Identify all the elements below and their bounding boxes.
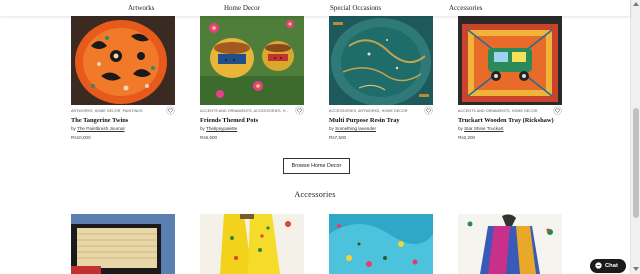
product-seller: by Star Shine Truckart [458, 126, 503, 131]
product-card[interactable]: ACCESSORIES, ARTWORKS, HOME DECOR Multi … [329, 16, 433, 140]
nav-item-artworks[interactable]: Artworks [128, 4, 154, 12]
by-label: by [329, 126, 334, 131]
nav-item-home-decor[interactable]: Home Decor [224, 4, 260, 12]
product-title[interactable]: Multi Purpose Resin Tray [329, 117, 433, 124]
by-label: by [200, 126, 205, 131]
chat-label: Chat [605, 263, 618, 269]
scroll-up-arrow-icon[interactable] [633, 2, 639, 6]
product-image-yellow-scarf[interactable] [200, 214, 304, 274]
product-card[interactable]: ARTWORKS, HOME DECOR, PAINTINGS The Tang… [71, 16, 175, 140]
product-categories: ACCENTS AND ORNAMENTS, ACCESSORIES, H... [200, 109, 288, 113]
seller-link[interactable]: The Paintbrush Journal [77, 126, 125, 131]
by-label: by [71, 126, 76, 131]
wishlist-heart-icon[interactable] [553, 106, 562, 115]
product-price: Rs7,500 [329, 135, 347, 140]
product-price: Rs6,500 [200, 135, 218, 140]
product-title[interactable]: Friends Themed Pots [200, 117, 304, 124]
nav-item-accessories[interactable]: Accessories [449, 4, 482, 12]
wishlist-heart-icon[interactable] [295, 106, 304, 115]
seller-link[interactable]: Something lavender [335, 126, 376, 131]
category-nav: Artworks Home Decor Special Occasions Ac… [0, 0, 630, 16]
product-seller: by The Paintbrush Journal [71, 126, 125, 131]
product-image-patterned-scarf[interactable] [458, 214, 562, 274]
product-card[interactable]: ACCENTS AND ORNAMENTS, ACCESSORIES, H...… [200, 16, 304, 140]
product-card[interactable]: ACCENTS AND ORNAMENTS, HOME DECOR Trucka… [458, 16, 562, 140]
browse-home-decor-button[interactable]: Browse Home Decor [283, 158, 350, 174]
product-image-friends-pots[interactable] [200, 16, 304, 105]
product-image-resin-tray[interactable] [329, 16, 433, 105]
seller-link[interactable]: Star Shine Truckart [464, 126, 503, 131]
nav-item-special-occasions[interactable]: Special Occasions [330, 4, 381, 12]
product-image-truckart-tray[interactable] [458, 16, 562, 105]
product-title[interactable]: The Tangerine Twins [71, 117, 175, 124]
chat-bubble-icon [595, 261, 602, 271]
seller-link[interactable]: Thetipsypalette [206, 126, 237, 131]
product-seller: by Thetipsypalette [200, 126, 237, 131]
product-price: Rs10,000 [71, 135, 91, 140]
product-categories: ARTWORKS, HOME DECOR, PAINTINGS [71, 109, 143, 113]
product-image-notebook[interactable] [71, 214, 175, 274]
product-categories: ACCENTS AND ORNAMENTS, HOME DECOR [458, 109, 538, 113]
scrollbar-thumb[interactable] [633, 108, 639, 218]
wishlist-heart-icon[interactable] [424, 106, 433, 115]
product-categories: ACCESSORIES, ARTWORKS, HOME DECOR [329, 109, 408, 113]
by-label: by [458, 126, 463, 131]
page-scrollbar[interactable] [630, 0, 640, 274]
product-image-tangerine-twins[interactable] [71, 16, 175, 105]
section-title-accessories: Accessories [294, 190, 336, 199]
product-image-blue-scarf[interactable] [329, 214, 433, 274]
product-seller: by Something lavender [329, 126, 376, 131]
wishlist-heart-icon[interactable] [166, 106, 175, 115]
product-price: Rs2,200 [458, 135, 476, 140]
scroll-down-arrow-icon[interactable] [633, 267, 639, 271]
chat-button[interactable]: Chat [590, 259, 626, 273]
product-title[interactable]: Truckart Wooden Tray (Rickshaw) [458, 117, 562, 124]
